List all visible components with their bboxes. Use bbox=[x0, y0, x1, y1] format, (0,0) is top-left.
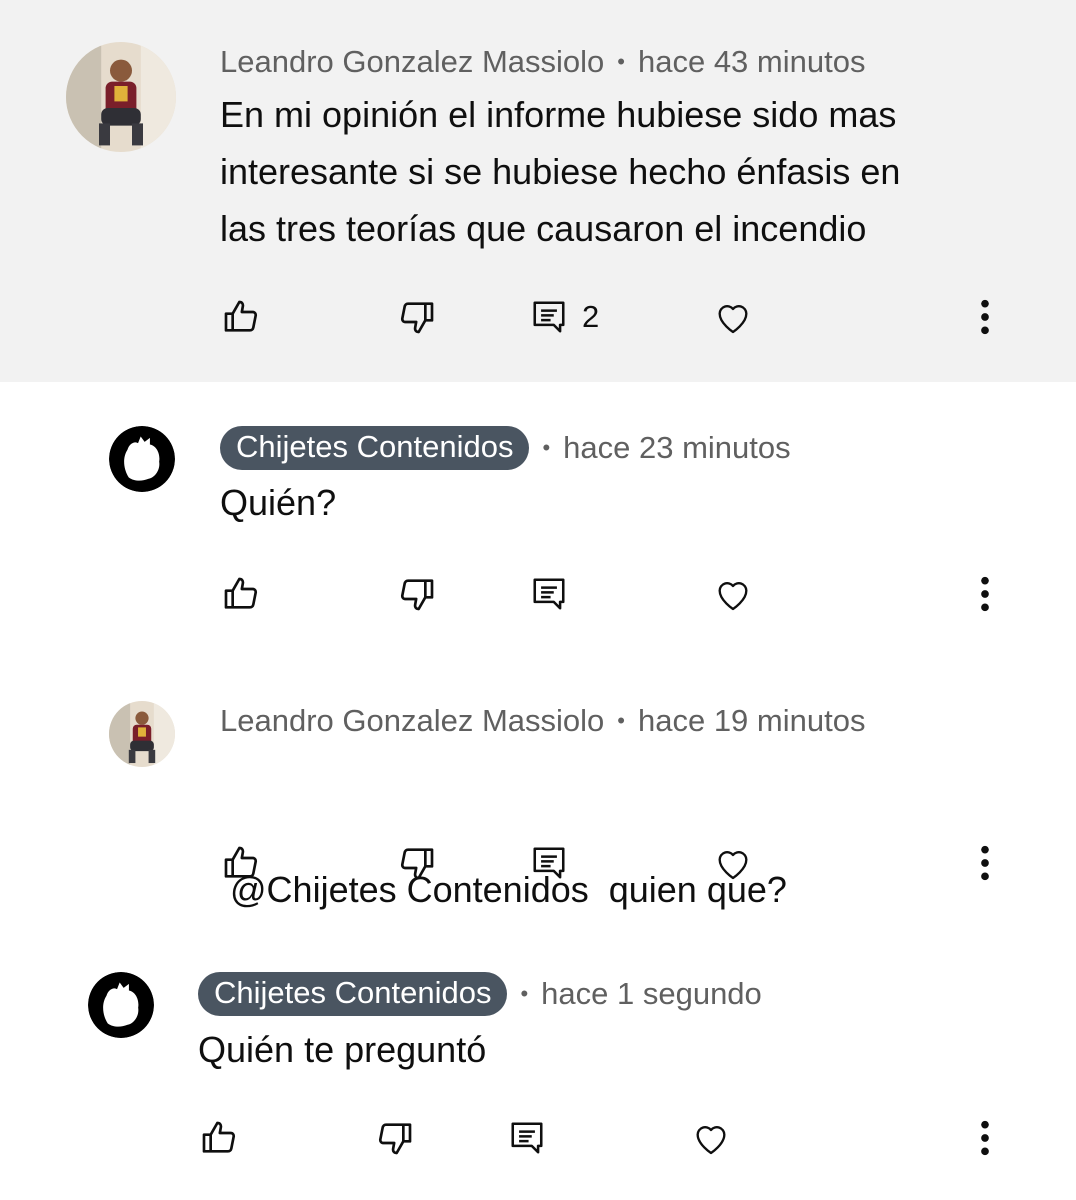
dislike-icon bbox=[400, 579, 434, 611]
heart-button[interactable] bbox=[712, 287, 754, 347]
dislike-button[interactable] bbox=[375, 1108, 415, 1168]
more-options-button[interactable] bbox=[975, 564, 995, 624]
comment-time[interactable]: hace 1 segundo bbox=[541, 976, 762, 1012]
comment-time[interactable]: hace 23 minutos bbox=[563, 430, 790, 466]
heart-icon bbox=[696, 1126, 726, 1155]
heart-button[interactable] bbox=[690, 1108, 732, 1168]
comment-author-badge[interactable]: Chijetes Contenidos bbox=[198, 972, 508, 1016]
comment-reply: Chijetes Contenidos • hace 23 minutos Qu… bbox=[0, 382, 1076, 652]
like-icon bbox=[224, 300, 258, 332]
reply-icon bbox=[533, 301, 565, 333]
comment-text-line: interesante si se hubiese hecho énfasis … bbox=[220, 151, 901, 192]
dislike-icon bbox=[400, 302, 434, 334]
reply-button[interactable] bbox=[530, 833, 568, 893]
comment-actions bbox=[0, 1108, 1076, 1168]
dislike-button[interactable] bbox=[397, 833, 437, 893]
reply-count: 2 bbox=[582, 299, 600, 334]
avatar[interactable] bbox=[109, 426, 175, 492]
comment-time[interactable]: hace 19 minutos bbox=[638, 703, 865, 739]
comment-actions: 2 bbox=[0, 287, 1076, 347]
heart-icon bbox=[718, 305, 748, 334]
reply-button[interactable] bbox=[530, 564, 568, 624]
comment-text-line: En mi opinión el informe hubiese sido ma… bbox=[220, 94, 897, 135]
reply-button[interactable] bbox=[508, 1108, 546, 1168]
comment-highlighted: Leandro Gonzalez Massiolo • hace 43 minu… bbox=[0, 0, 1076, 382]
like-button[interactable] bbox=[221, 833, 261, 893]
comment-actions bbox=[0, 564, 1076, 624]
like-icon bbox=[224, 846, 258, 878]
more-icon bbox=[981, 576, 989, 612]
comment-author[interactable]: Leandro Gonzalez Massiolo bbox=[220, 44, 604, 80]
comment-reply: Leandro Gonzalez Massiolo • hace 19 minu… bbox=[0, 652, 1076, 930]
reply-icon bbox=[533, 847, 565, 879]
comment-text: Quién te preguntó bbox=[198, 1021, 486, 1078]
more-icon bbox=[981, 1120, 989, 1156]
heart-button[interactable] bbox=[712, 833, 754, 893]
dislike-icon bbox=[400, 848, 434, 880]
comment-time[interactable]: hace 43 minutos bbox=[638, 44, 865, 80]
meta-separator: • bbox=[520, 981, 529, 1006]
dislike-icon bbox=[378, 1123, 412, 1155]
dislike-button[interactable] bbox=[397, 287, 437, 347]
like-button[interactable] bbox=[199, 1108, 239, 1168]
reply-icon bbox=[511, 1122, 543, 1154]
heart-button[interactable] bbox=[712, 564, 754, 624]
dislike-button[interactable] bbox=[397, 564, 437, 624]
reply-icon bbox=[533, 578, 565, 610]
more-options-button[interactable] bbox=[975, 833, 995, 893]
like-icon bbox=[202, 1121, 236, 1153]
avatar[interactable] bbox=[109, 701, 175, 767]
comment-text: Quién? bbox=[220, 474, 336, 531]
like-icon bbox=[224, 577, 258, 609]
more-options-button[interactable] bbox=[975, 287, 995, 347]
comment-text: En mi opinión el informe hubiese sido ma… bbox=[220, 86, 900, 257]
more-icon bbox=[981, 299, 989, 335]
comment-author-badge[interactable]: Chijetes Contenidos bbox=[220, 426, 530, 470]
comment-text-line: Quién te preguntó bbox=[198, 1029, 487, 1070]
like-button[interactable] bbox=[221, 287, 261, 347]
heart-icon bbox=[718, 582, 748, 611]
meta-separator: • bbox=[542, 435, 551, 460]
avatar[interactable] bbox=[88, 972, 154, 1038]
comment-actions bbox=[0, 833, 1076, 893]
more-options-button[interactable] bbox=[975, 1108, 995, 1168]
like-button[interactable] bbox=[221, 564, 261, 624]
comment-text-line: las tres teorías que causaron el incendi… bbox=[220, 208, 867, 249]
reply-button[interactable]: 2 bbox=[530, 287, 599, 347]
more-icon bbox=[981, 845, 989, 881]
heart-icon bbox=[718, 851, 748, 880]
meta-separator: • bbox=[617, 49, 625, 74]
comment-author[interactable]: Leandro Gonzalez Massiolo bbox=[220, 703, 604, 739]
comment-text-line: Quién? bbox=[220, 482, 337, 523]
comment-reply: Chijetes Contenidos • hace 1 segundo Qui… bbox=[0, 930, 1076, 1200]
avatar[interactable] bbox=[66, 42, 176, 152]
meta-separator: • bbox=[617, 708, 625, 733]
